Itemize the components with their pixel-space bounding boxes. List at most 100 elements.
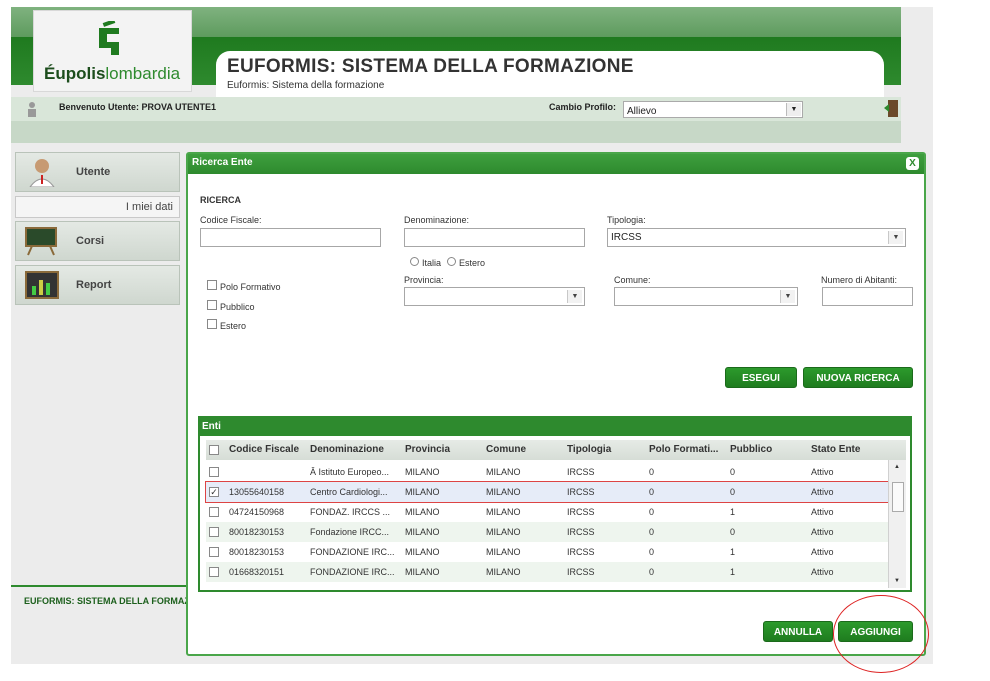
row-checkbox[interactable]: ✓ (209, 487, 219, 497)
profile-select[interactable]: Allievo ▼ (623, 101, 803, 118)
cell-polo-formativo: 0 (649, 547, 655, 557)
radio-estero-label: Estero (459, 258, 486, 268)
app-title: EUFORMIS: SISTEMA DELLA FORMAZIONE (227, 56, 634, 77)
column-header-pubblico[interactable]: Pubblico (730, 444, 772, 455)
esegui-button[interactable]: ESEGUI (725, 367, 797, 388)
sidebar-item-label: Report (76, 279, 112, 291)
cell-pubblico: 1 (730, 547, 736, 557)
select-all-checkbox[interactable] (209, 445, 219, 455)
annulla-button[interactable]: ANNULLA (763, 621, 833, 642)
abitanti-label: Numero di Abitanti: (821, 275, 898, 285)
chevron-down-icon: ▼ (567, 290, 582, 303)
provincia-label: Provincia: (404, 275, 444, 285)
ricerca-ente-dialog: Ricerca Ente X RICERCA Codice Fiscale: D… (186, 152, 926, 656)
title-panel: EUFORMIS: SISTEMA DELLA FORMAZIONE Eufor… (216, 51, 884, 97)
cell-provincia: MILANO (405, 487, 440, 497)
column-header-polo-formativo[interactable]: Polo Formati... (649, 444, 718, 455)
welcome-text: Benvenuto Utente: PROVA UTENTE1 (59, 102, 217, 112)
row-checkbox[interactable] (209, 547, 219, 557)
comune-label: Comune: (614, 275, 651, 285)
sidebar-item-label: Corsi (76, 235, 105, 247)
sidebar-item-report[interactable]: Report (15, 265, 180, 305)
cell-codice-fiscale: 80018230153 (229, 527, 285, 537)
footer-divider (11, 585, 191, 587)
codice-fiscale-label: Codice Fiscale: (200, 215, 262, 225)
nuova-ricerca-button[interactable]: NUOVA RICERCA (803, 367, 913, 388)
logout-icon[interactable] (884, 100, 898, 117)
column-header-codice-fiscale[interactable]: Codice Fiscale (229, 444, 299, 455)
sidebar-subitem-miei-dati[interactable]: I miei dati (15, 196, 180, 218)
table-row[interactable]: 04724150968 FONDAZ. IRCCS ... MILANO MILANO… (206, 502, 888, 522)
cell-provincia: MILANO (405, 507, 440, 517)
chevron-down-icon: ▼ (780, 290, 795, 303)
cell-provincia: MILANO (405, 567, 440, 577)
cell-polo-formativo: 0 (649, 527, 655, 537)
row-checkbox[interactable] (209, 507, 219, 517)
table-row[interactable]: 80018230153 FONDAZIONE IRC... MILANO MILANO… (206, 542, 888, 562)
checkbox-polo-formativo[interactable] (207, 280, 217, 290)
scroll-down-icon[interactable]: ▼ (894, 578, 900, 584)
cell-stato-ente: Attivo (811, 567, 834, 577)
cell-pubblico: 0 (730, 487, 736, 497)
checkbox-pubblico[interactable] (207, 300, 217, 310)
column-header-denominazione[interactable]: Denominazione (310, 444, 384, 455)
cell-denominazione: Centro Cardiologi... (310, 487, 388, 497)
tipologia-label: Tipologia: (607, 215, 646, 225)
dialog-header: Ricerca Ente X (188, 154, 924, 174)
cell-tipologia: IRCSS (567, 467, 595, 477)
provincia-select[interactable]: ▼ (404, 287, 585, 306)
table-row[interactable]: 80018230153 Fondazione IRCC... MILANO MILAN… (206, 522, 888, 542)
cell-comune: MILANO (486, 567, 521, 577)
cell-polo-formativo: 0 (649, 467, 655, 477)
logo-text: Éupolislombardia (44, 64, 181, 83)
cell-comune: MILANO (486, 487, 521, 497)
column-header-stato-ente[interactable]: Stato Ente (811, 444, 860, 455)
cell-provincia: MILANO (405, 547, 440, 557)
column-header-tipologia[interactable]: Tipologia (567, 444, 611, 455)
report-chart-icon (25, 271, 59, 299)
column-header-provincia[interactable]: Provincia (405, 444, 450, 455)
radio-italia[interactable] (410, 257, 419, 266)
scrollbar-thumb[interactable] (892, 482, 904, 512)
comune-select[interactable]: ▼ (614, 287, 798, 306)
table-row[interactable]: 01668320151 FONDAZIONE IRC... MILANO MILANO… (206, 562, 888, 582)
section-title: RICERCA (200, 195, 242, 205)
cell-polo-formativo: 0 (649, 507, 655, 517)
denominazione-input[interactable] (404, 228, 585, 247)
cell-tipologia: IRCSS (567, 527, 595, 537)
abitanti-input[interactable] (822, 287, 913, 306)
checkbox-estero-label: Estero (220, 321, 247, 331)
user-icon (28, 102, 36, 117)
scroll-up-icon[interactable]: ▲ (894, 464, 900, 470)
cell-pubblico: 0 (730, 467, 736, 477)
cell-tipologia: IRCSS (567, 567, 595, 577)
close-icon[interactable]: X (906, 157, 919, 170)
row-checkbox[interactable] (209, 527, 219, 537)
codice-fiscale-input[interactable] (200, 228, 381, 247)
column-header-comune[interactable]: Comune (486, 444, 526, 455)
row-checkbox[interactable] (209, 567, 219, 577)
footer-text: EUFORMIS: SISTEMA DELLA FORMAZIONE (24, 596, 186, 606)
cell-comune: MILANO (486, 527, 521, 537)
cell-pubblico: 1 (730, 507, 736, 517)
cell-tipologia: IRCSS (567, 507, 595, 517)
user-bar: Benvenuto Utente: PROVA UTENTE1 Cambio P… (11, 97, 901, 121)
sidebar-item-corsi[interactable]: Corsi (15, 221, 180, 261)
row-checkbox[interactable] (209, 467, 219, 477)
grid-scrollbar[interactable]: ▲ ▼ (888, 460, 906, 588)
grid-title-bar: Enti (200, 418, 910, 436)
checkbox-estero[interactable] (207, 319, 217, 329)
sidebar-item-utente[interactable]: Utente (15, 152, 180, 192)
table-row[interactable]: Â Istituto Europeo... MILANO MILANO IRCSS 0 0… (206, 462, 888, 482)
cell-polo-formativo: 0 (649, 567, 655, 577)
radio-estero[interactable] (447, 257, 456, 266)
logo: Éupolislombardia (33, 10, 192, 92)
tipologia-select[interactable]: IRCSS ▼ (607, 228, 906, 247)
cell-denominazione: FONDAZIONE IRC... (310, 547, 395, 557)
table-row[interactable]: ✓ 13055640158 Centro Cardiologi... MILANO MI… (205, 481, 889, 503)
grid-title: Enti (202, 421, 221, 432)
cell-codice-fiscale: 04724150968 (229, 507, 285, 517)
cell-denominazione: Â Istituto Europeo... (310, 467, 390, 477)
grid-column-header: Codice Fiscale Denominazione Provincia C… (206, 440, 906, 460)
cell-pubblico: 0 (730, 527, 736, 537)
